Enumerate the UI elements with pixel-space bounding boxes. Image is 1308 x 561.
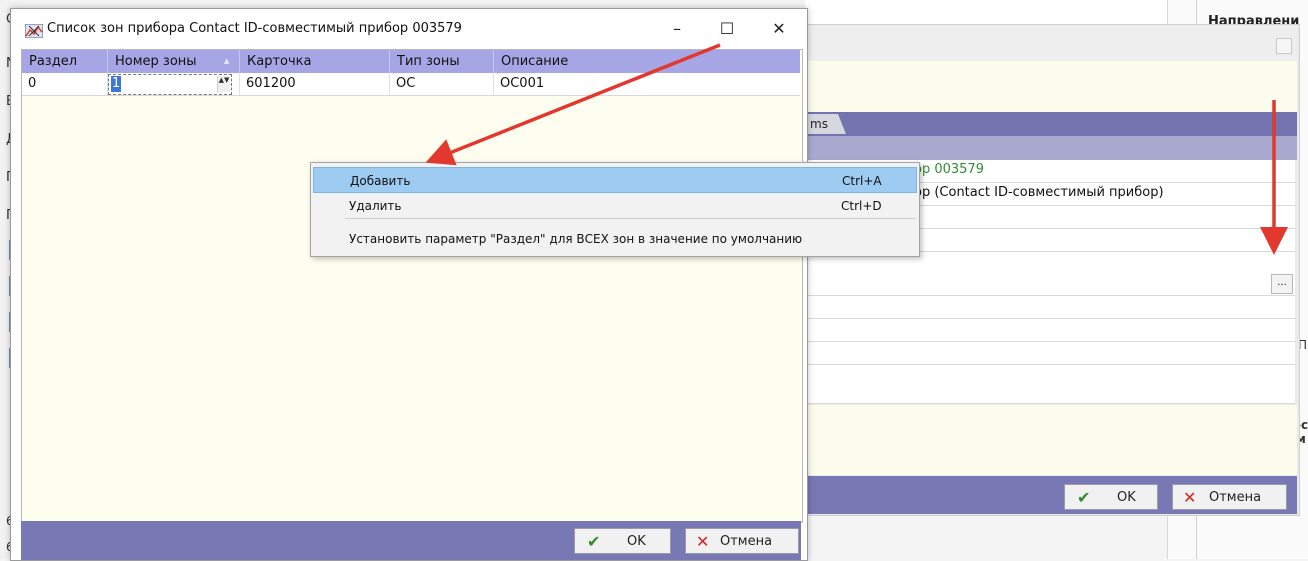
background-tab-strip <box>806 112 1297 136</box>
cross-icon: ✕ <box>1183 488 1197 507</box>
window-titlebar[interactable]: Список зон прибора Contact ID-совместимы… <box>11 9 807 49</box>
background-grid-cell: ор 003579 <box>914 162 984 177</box>
background-ellipsis-button[interactable]: ... <box>1271 274 1293 294</box>
window-title: Список зон прибора Contact ID-совместимы… <box>47 21 462 36</box>
column-header-zone-number-label: Номер зоны <box>115 54 197 69</box>
menu-item-delete[interactable]: Удалить Ctrl+D <box>313 193 917 219</box>
column-header-zone-number[interactable]: Номер зоны ▲ <box>108 50 240 73</box>
background-cancel-label: Отмена <box>1209 490 1262 505</box>
zone-grid[interactable]: Раздел Номер зоны ▲ Карточка Тип зоны Оп… <box>21 49 803 523</box>
minimize-button[interactable]: – <box>657 14 697 44</box>
column-header-section[interactable]: Раздел <box>22 50 108 73</box>
background-grid-header <box>806 136 1297 160</box>
background-grid-cell: ор (Contact ID-совместимый прибор) <box>914 185 1164 200</box>
zone-list-window: Список зон прибора Contact ID-совместимы… <box>10 8 808 561</box>
cell-section[interactable]: 0 <box>22 73 108 95</box>
cancel-label: Отмена <box>720 534 773 549</box>
cancel-button[interactable]: ✕ Отмена <box>685 528 799 554</box>
sort-ascending-icon: ▲ <box>224 57 230 65</box>
column-header-description[interactable]: Описание <box>494 50 800 73</box>
menu-item-shortcut: Ctrl+D <box>841 199 882 213</box>
ok-button[interactable]: ✔ OK <box>574 528 671 554</box>
close-button[interactable]: ✕ <box>759 14 799 44</box>
column-header-card[interactable]: Карточка <box>240 50 390 73</box>
grid-header: Раздел Номер зоны ▲ Карточка Тип зоны Оп… <box>22 50 800 73</box>
window-footer: ✔ OK ✕ Отмена <box>21 521 801 560</box>
checkmark-icon: ✔ <box>1077 488 1091 507</box>
maximize-button[interactable]: ☐ <box>707 14 747 44</box>
menu-item-set-default-section[interactable]: Установить параметр "Раздел" для ВСЕХ зо… <box>313 226 917 252</box>
cell-zone-type[interactable]: ОС <box>390 73 494 95</box>
background-top-area <box>805 0 1167 25</box>
ok-label: OK <box>627 534 646 549</box>
menu-item-shortcut: Ctrl+A <box>842 174 882 188</box>
context-menu: Добавить Ctrl+A Удалить Ctrl+D Установит… <box>310 162 920 257</box>
menu-item-label: Установить параметр "Раздел" для ВСЕХ зо… <box>349 232 803 246</box>
background-grid-row[interactable] <box>806 273 1295 296</box>
background-ok-label: OK <box>1117 490 1136 505</box>
menu-item-label: Удалить <box>349 199 402 213</box>
background-grid-row[interactable] <box>806 319 1295 342</box>
table-row[interactable]: 0 1 ▲▼ 601200 ОС ОС001 <box>22 73 800 96</box>
background-dialog-info-area <box>806 61 1297 112</box>
background-grid-row[interactable] <box>806 365 1295 404</box>
background-dialog-footer: ✔ OK ✕ Отмена <box>806 476 1297 514</box>
zone-number-value[interactable]: 1 <box>111 76 122 92</box>
cell-description[interactable]: ОС001 <box>494 73 800 95</box>
menu-separator <box>345 218 915 219</box>
background-dialog-info-area <box>806 405 1297 475</box>
cross-icon: ✕ <box>696 532 710 551</box>
background-grid-row[interactable] <box>806 296 1295 319</box>
background-ok-button[interactable]: ✔ OK <box>1064 484 1158 510</box>
column-header-zone-type[interactable]: Тип зоны <box>390 50 494 73</box>
zone-number-spinbox[interactable]: 1 ▲▼ <box>108 74 232 95</box>
background-dialog-close-button[interactable] <box>1276 38 1292 54</box>
cell-card[interactable]: 601200 <box>240 73 390 95</box>
background-grid-row[interactable] <box>806 342 1295 365</box>
menu-item-label: Добавить <box>350 174 411 188</box>
app-chart-icon <box>25 24 43 38</box>
menu-item-add[interactable]: Добавить Ctrl+A <box>313 167 917 193</box>
background-cancel-button[interactable]: ✕ Отмена <box>1172 484 1287 510</box>
checkmark-icon: ✔ <box>587 532 601 551</box>
background-dialog-titlebar <box>806 25 1297 61</box>
spin-arrows-icon[interactable]: ▲▼ <box>217 76 230 92</box>
